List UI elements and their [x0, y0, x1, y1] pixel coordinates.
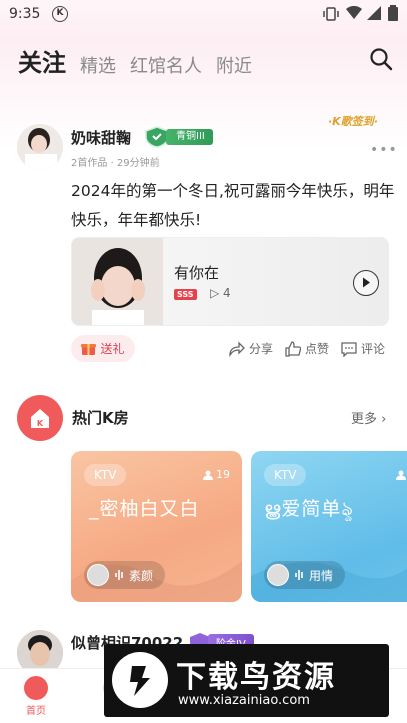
avatar[interactable]: [17, 124, 63, 170]
play-count: ▷ 4: [210, 286, 231, 300]
like-button[interactable]: 点赞: [285, 340, 329, 357]
share-label: 分享: [249, 342, 274, 356]
room-name: ൠ爱简单ৡ: [264, 498, 354, 520]
watermark-url: www.xiazainiao.com: [178, 693, 310, 708]
listener-count: 19: [203, 468, 230, 481]
share-icon: [229, 340, 245, 357]
watermark-logo: [112, 652, 168, 708]
share-button[interactable]: 分享: [229, 340, 273, 357]
hot-rooms-title: 热门K房: [72, 409, 129, 427]
ktv-tag: KTV: [84, 464, 127, 486]
wifi-icon: [346, 6, 362, 19]
host-name: 素颜: [129, 568, 154, 583]
gift-label: 送礼: [100, 342, 125, 356]
room-card[interactable]: KTV 14 ൠ爱简单ৡ 用情: [251, 451, 407, 602]
top-tabs: 关注 精选 红馆名人 附近: [18, 42, 388, 78]
post-meta: 2首作品 · 29分钟前: [71, 158, 160, 169]
post-username[interactable]: 奶味甜鞠: [71, 127, 131, 148]
nav-home[interactable]: 首页: [6, 673, 66, 717]
avatar: [87, 564, 109, 586]
level-badge: 青铜III: [144, 126, 213, 148]
person-icon: [203, 470, 213, 480]
listener-count: 14: [396, 468, 407, 481]
vibrate-icon: [323, 7, 339, 21]
song-title: 有你在: [174, 264, 220, 282]
post-text: 2024年的第一个冬日,祝可露丽今年快乐，明年快乐，年年都快乐!: [71, 182, 395, 229]
signal-icon: [367, 6, 381, 20]
person-icon: [396, 470, 406, 480]
comment-button[interactable]: 评论: [341, 340, 385, 357]
host-pill: 用情: [264, 561, 346, 589]
post-actions: 分享 点赞 评论: [229, 340, 385, 357]
song-cover: [72, 238, 163, 325]
play-icon: [363, 277, 370, 288]
ktv-tag: KTV: [264, 464, 307, 486]
gift-icon: [81, 344, 97, 355]
home-icon: [24, 676, 48, 700]
sound-wave-icon: [295, 570, 303, 580]
more-options-icon[interactable]: •••: [370, 142, 398, 158]
tab-featured[interactable]: 精选: [80, 52, 116, 78]
status-bar: 9:35 K: [0, 0, 407, 28]
like-label: 点赞: [305, 342, 330, 356]
k-sign-tag[interactable]: ·K歌签到·: [328, 113, 378, 129]
comment-label: 评论: [361, 342, 386, 356]
hot-rooms-more[interactable]: 更多 ›: [351, 408, 386, 427]
battery-icon: [388, 5, 398, 21]
svg-text:K: K: [37, 419, 44, 428]
play-button[interactable]: [353, 270, 379, 296]
host-pill: 素颜: [84, 561, 166, 589]
tab-following[interactable]: 关注: [18, 43, 66, 78]
comment-icon: [341, 341, 357, 357]
badge-label: 青铜III: [166, 129, 213, 145]
grade-badge: SSS: [174, 289, 197, 300]
watermark: 下载鸟资源 www.xiazainiao.com: [104, 644, 389, 717]
k-app-icon: K: [52, 6, 68, 22]
thumb-up-icon: [285, 340, 302, 357]
k-room-icon: K: [17, 395, 63, 441]
status-time: 9:35: [9, 6, 41, 22]
watermark-title: 下载鸟资源: [176, 660, 336, 695]
song-card[interactable]: 有你在 SSS ▷ 4: [71, 237, 389, 326]
sound-wave-icon: [115, 570, 123, 580]
room-name: _密柚白又白: [89, 498, 200, 520]
avatar: [267, 564, 289, 586]
host-name: 用情: [309, 568, 334, 583]
tab-celebrities[interactable]: 红馆名人: [130, 52, 202, 78]
room-card[interactable]: KTV 19 _密柚白又白 素颜: [71, 451, 242, 602]
tab-nearby[interactable]: 附近: [216, 52, 252, 78]
search-icon[interactable]: [369, 47, 393, 71]
gift-button[interactable]: 送礼: [71, 335, 135, 362]
